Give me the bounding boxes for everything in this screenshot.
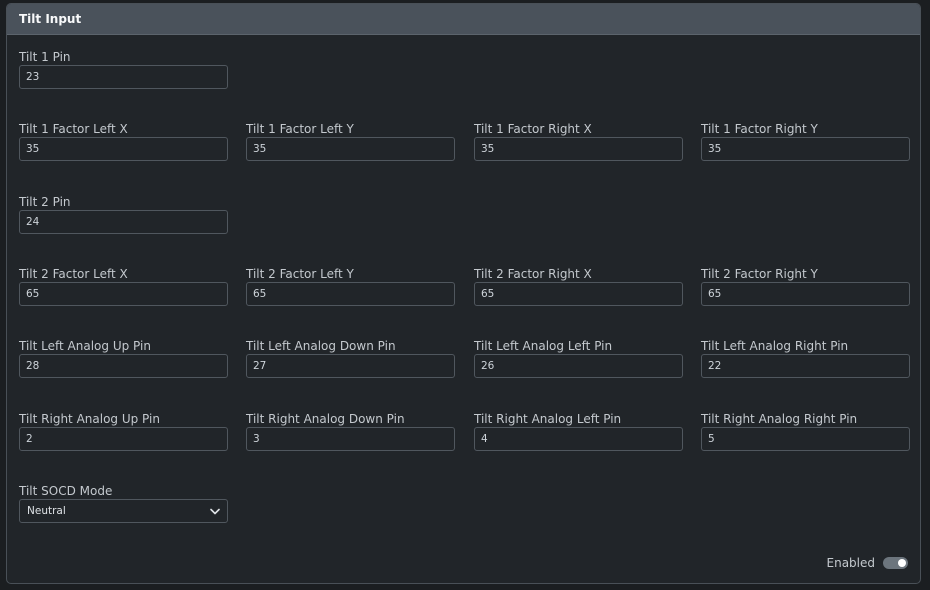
field-label: Tilt 2 Factor Left X bbox=[19, 267, 128, 281]
right-analog-right-pin-input[interactable] bbox=[701, 427, 910, 451]
tilt2-factor-right-y-input[interactable] bbox=[701, 282, 910, 306]
enabled-label: Enabled bbox=[826, 556, 876, 570]
tilt1-factor-left-y-input[interactable] bbox=[246, 137, 455, 161]
field-label: Tilt 1 Factor Right Y bbox=[701, 122, 818, 136]
field-label: Tilt 1 Factor Left X bbox=[19, 122, 128, 136]
field-label: Tilt Right Analog Down Pin bbox=[246, 412, 405, 426]
field-label: Tilt Left Analog Right Pin bbox=[701, 339, 849, 353]
tilt2-pin-input[interactable] bbox=[19, 210, 228, 234]
field-label: Tilt 2 Factor Right X bbox=[474, 267, 592, 281]
right-analog-left-pin-input[interactable] bbox=[474, 427, 683, 451]
field-label: Tilt 2 Factor Right Y bbox=[701, 267, 818, 281]
left-analog-left-pin-input[interactable] bbox=[474, 354, 683, 378]
toggle-knob bbox=[898, 559, 906, 567]
enabled-toggle[interactable] bbox=[883, 557, 908, 569]
tilt1-factor-right-x-input[interactable] bbox=[474, 137, 683, 161]
tilt1-factor-right-y-input[interactable] bbox=[701, 137, 910, 161]
enabled-control: Enabled bbox=[826, 556, 908, 570]
chevron-down-icon bbox=[210, 508, 220, 515]
field-label: Tilt Left Analog Left Pin bbox=[474, 339, 613, 353]
left-analog-right-pin-input[interactable] bbox=[701, 354, 910, 378]
field-label: Tilt 1 Factor Left Y bbox=[246, 122, 354, 136]
tilt1-factor-left-x-input[interactable] bbox=[19, 137, 228, 161]
field-label: Tilt 2 Factor Left Y bbox=[246, 267, 354, 281]
card-title: Tilt Input bbox=[19, 12, 82, 26]
tilt2-factor-right-x-input[interactable] bbox=[474, 282, 683, 306]
field-label: Tilt 1 Pin bbox=[19, 50, 71, 64]
field-label: Tilt 2 Pin bbox=[19, 195, 71, 209]
left-analog-up-pin-input[interactable] bbox=[19, 354, 228, 378]
field-label: Tilt Right Analog Left Pin bbox=[474, 412, 622, 426]
card-header: Tilt Input bbox=[7, 4, 920, 35]
socd-mode-select[interactable]: Neutral bbox=[19, 499, 228, 523]
left-analog-down-pin-input[interactable] bbox=[246, 354, 455, 378]
field-label: Tilt 1 Factor Right X bbox=[474, 122, 592, 136]
field-label: Tilt Right Analog Right Pin bbox=[701, 412, 858, 426]
tilt-input-card: Tilt Input Tilt 1 Pin Tilt 1 Factor Left… bbox=[6, 3, 921, 584]
right-analog-down-pin-input[interactable] bbox=[246, 427, 455, 451]
tilt2-factor-left-x-input[interactable] bbox=[19, 282, 228, 306]
right-analog-up-pin-input[interactable] bbox=[19, 427, 228, 451]
field-label: Tilt Left Analog Up Pin bbox=[19, 339, 151, 353]
tilt1-pin-input[interactable] bbox=[19, 65, 228, 89]
tilt2-factor-left-y-input[interactable] bbox=[246, 282, 455, 306]
socd-mode-value: Neutral bbox=[27, 505, 66, 517]
field-label: Tilt SOCD Mode bbox=[19, 484, 113, 498]
field-label: Tilt Left Analog Down Pin bbox=[246, 339, 396, 353]
field-label: Tilt Right Analog Up Pin bbox=[19, 412, 160, 426]
